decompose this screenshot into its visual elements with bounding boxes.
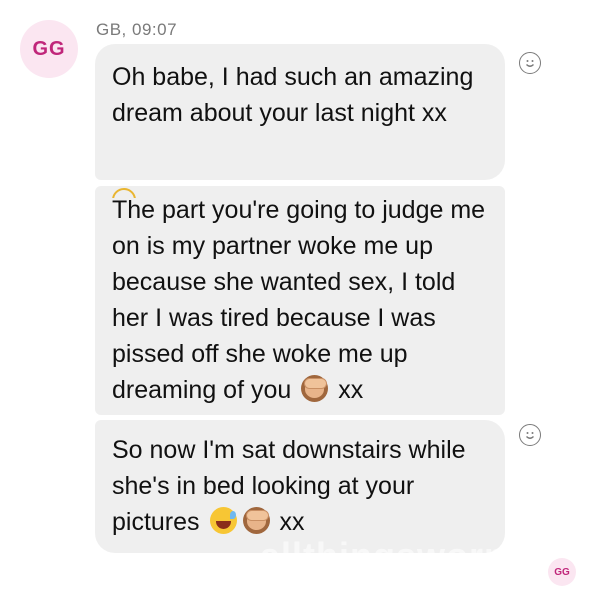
read-receipt-avatar: GG — [548, 558, 576, 586]
sender-avatar[interactable]: GG — [20, 20, 78, 78]
message-sender-timestamp: GB, 09:07 — [96, 20, 178, 39]
read-receipt-initials: GG — [554, 566, 570, 578]
grinning-sweat-icon — [209, 507, 237, 534]
watermark: allthingsworn — [260, 535, 507, 576]
see-no-evil-monkey-icon — [301, 375, 329, 402]
sender-avatar-initials: GG — [32, 37, 66, 60]
message-bubble-2[interactable]: The part you're going to judge me on is … — [95, 186, 505, 415]
message-text-3-suffix: xx — [279, 508, 305, 536]
message-bubble-1[interactable]: Oh babe, I had such an amazing dream abo… — [95, 44, 505, 180]
overlapping-emoji-fragment — [112, 188, 202, 198]
message-bubble-3[interactable]: So now I'm sat downstairs while she's in… — [95, 420, 505, 553]
add-reaction-icon[interactable] — [519, 52, 541, 74]
message-text-2-suffix: xx — [338, 376, 364, 404]
message-text-2: The part you're going to judge me on is … — [112, 196, 486, 404]
message-text-1: Oh babe, I had such an amazing dream abo… — [112, 63, 474, 127]
add-reaction-icon[interactable] — [519, 424, 541, 446]
see-no-evil-monkey-icon — [242, 507, 270, 534]
